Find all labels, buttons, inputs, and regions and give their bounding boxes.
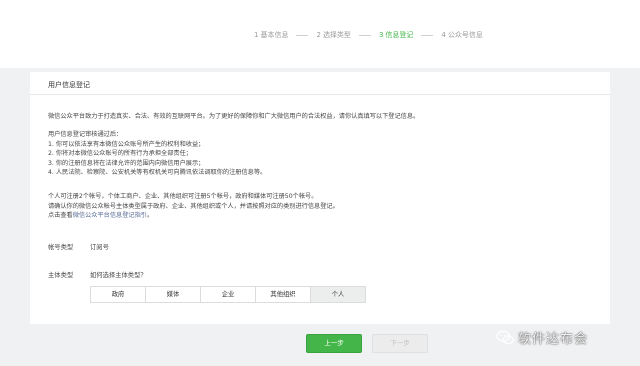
rule-item: 1. 你可以依法享有本微信公众账号所产生的权利和收益； xyxy=(48,140,205,148)
step-number: 3 xyxy=(378,31,384,39)
rule-item: 2. 你将对本微信公众账号的所有行为承担全部责任； xyxy=(48,150,192,157)
watermark-text: 软件达布会 xyxy=(518,332,589,347)
card-title: 用户信息登记 xyxy=(48,81,90,89)
notes-block: 个人可注册2个帐号，个体工商户、企业、其他组织可注册5个帐号，政府和媒体可注册5… xyxy=(48,192,339,221)
step-number: 1 xyxy=(254,31,259,39)
step-label: 公众号信息 xyxy=(447,31,483,39)
rules-block: 用户信息登记审核通过后： 1. 你可以依法享有本微信公众账号所产生的权利和收益；… xyxy=(48,130,266,178)
step-separator xyxy=(358,34,371,36)
step-4: 4 公众号信息 xyxy=(441,30,482,40)
watermark: 软件达布会 xyxy=(496,328,588,347)
guide-line: 点击查看微信公众平台信息登记指引。 xyxy=(48,211,339,221)
step-separator xyxy=(421,34,434,36)
rules-title: 用户信息登记审核通过后： xyxy=(48,131,123,138)
step-1: 1 基本信息 xyxy=(254,30,288,40)
entity-option-other-organization[interactable]: 其他组织 xyxy=(256,287,311,302)
entity-option-individual[interactable]: 个人 xyxy=(311,287,365,302)
account-type-label: 帐号类型 xyxy=(48,244,74,251)
step-number: 2 xyxy=(316,31,321,39)
entity-option-enterprise[interactable]: 企业 xyxy=(201,287,256,302)
step-label: 基本信息 xyxy=(260,31,289,39)
wechat-logo-icon xyxy=(496,330,514,344)
step-label: 选择类型 xyxy=(322,31,351,39)
note-item: 个人可注册2个帐号，个体工商户、企业、其他组织可注册5个帐号，政府和媒体可注册5… xyxy=(48,193,318,200)
entity-option-government[interactable]: 政府 xyxy=(91,287,146,302)
note-item: 请确认你的微信公众帐号主体类型属于政府、企业、其他组织或个人，并请按照对应的类别… xyxy=(48,202,339,210)
step-2: 2 选择类型 xyxy=(316,30,350,40)
step-separator xyxy=(296,34,309,36)
entity-type-label: 主体类型 xyxy=(48,272,74,279)
registration-guide-link[interactable]: 微信公众平台信息登记指引 xyxy=(73,212,147,219)
rule-item: 4. 人民法院、检察院、公安机关等有权机关可向腾讯依法调取你的注册信息等。 xyxy=(48,169,267,176)
registration-steps: 1 基本信息 2 选择类型 3 信息登记 4 公众号信息 xyxy=(254,30,483,40)
card-divider xyxy=(30,94,610,95)
step-label: 信息登记 xyxy=(385,31,414,39)
next-step-button[interactable]: 下一步 xyxy=(372,334,428,353)
entity-type-help-link[interactable]: 如何选择主体类型？ xyxy=(90,270,147,279)
account-type-value: 订阅号 xyxy=(90,244,109,251)
entity-type-selector: 政府 媒体 企业 其他组织 个人 xyxy=(90,286,366,303)
step-3-current: 3 信息登记 xyxy=(379,30,413,40)
step-number: 4 xyxy=(441,31,446,39)
previous-step-button[interactable]: 上一步 xyxy=(306,334,362,353)
guide-suffix: 。 xyxy=(147,212,154,219)
rule-item: 3. 你的注册信息将在法律允许的范围内向微信用户展示； xyxy=(48,159,205,167)
guide-prefix: 点击查看 xyxy=(48,212,73,219)
entity-option-media[interactable]: 媒体 xyxy=(146,287,201,302)
registration-card: 用户信息登记 微信公众平台致力于打造真实、合法、有效的互联网平台。为了更好的保障… xyxy=(30,72,610,324)
intro-text: 微信公众平台致力于打造真实、合法、有效的互联网平台。为了更好的保障你和广大微信用… xyxy=(48,113,420,120)
